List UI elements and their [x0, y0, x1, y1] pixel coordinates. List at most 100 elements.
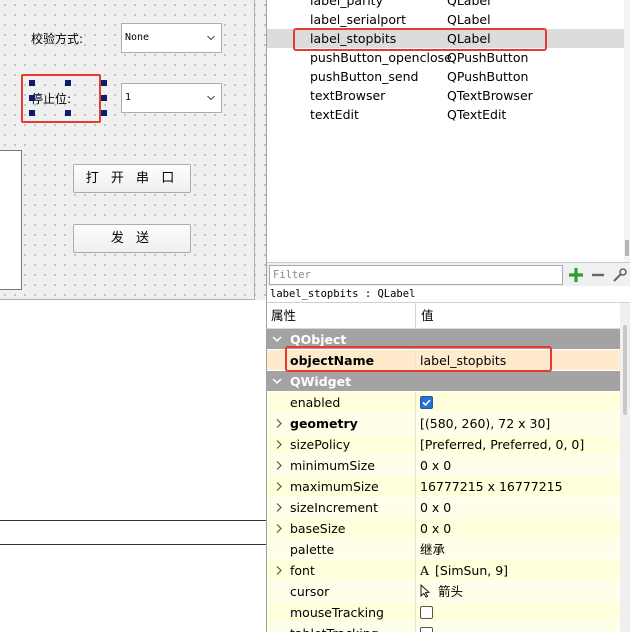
chevron-right-icon[interactable] — [274, 413, 284, 434]
prop-row-geometry[interactable]: geometry [(580, 260), 72 x 30] — [267, 413, 620, 434]
header-property[interactable]: 属性 — [271, 303, 296, 329]
prop-value-wrap[interactable]: A [SimSun, 9] — [420, 560, 508, 581]
add-property-icon[interactable] — [567, 265, 585, 285]
divider — [0, 544, 266, 545]
prop-row-minimumsize[interactable]: minimumSize 0 x 0 — [267, 455, 620, 476]
enabled-checkbox[interactable] — [420, 396, 433, 409]
prop-value[interactable]: 16777215 x 16777215 — [420, 476, 563, 497]
object-class: QTextEdit — [447, 107, 507, 122]
prop-row-tablettracking[interactable]: tabletTracking — [267, 623, 620, 632]
prop-value[interactable]: [Preferred, Preferred, 0, 0] — [420, 434, 584, 455]
wrench-icon[interactable] — [611, 265, 629, 285]
prop-row-maximumsize[interactable]: maximumSize 16777215 x 16777215 — [267, 476, 620, 497]
property-table[interactable]: QObject objectName label_stopbits QWidge… — [267, 329, 620, 632]
column-separator — [415, 434, 416, 455]
tablettracking-checkbox[interactable] — [420, 627, 433, 632]
scrollbar-thumb[interactable] — [625, 240, 629, 256]
chevron-right-icon[interactable] — [274, 434, 284, 455]
group-qwidget[interactable]: QWidget — [267, 371, 620, 392]
prop-value[interactable]: 0 x 0 — [420, 518, 451, 539]
prop-row-mousetracking[interactable]: mouseTracking — [267, 602, 620, 623]
prop-value: 箭头 — [438, 584, 464, 599]
chevron-right-icon[interactable] — [274, 497, 284, 518]
prop-value[interactable]: 0 x 0 — [420, 455, 451, 476]
column-separator — [415, 602, 416, 623]
object-row[interactable]: textBrowser QTextBrowser — [267, 86, 630, 105]
prop-value: [SimSun, 9] — [435, 563, 509, 578]
column-separator — [415, 560, 416, 581]
chevron-down-icon[interactable] — [272, 371, 282, 392]
chevron-right-icon[interactable] — [274, 476, 284, 497]
selection-handle[interactable] — [101, 95, 107, 101]
chevron-right-icon[interactable] — [274, 455, 284, 476]
column-separator — [415, 392, 416, 413]
column-separator — [415, 581, 416, 602]
text-browser[interactable] — [0, 150, 22, 290]
object-name: pushButton_send — [310, 69, 419, 84]
prop-name: sizePolicy — [290, 437, 351, 452]
header-separator — [415, 303, 416, 329]
prop-row-palette[interactable]: palette 继承 — [267, 539, 620, 560]
column-separator — [415, 497, 416, 518]
object-class: QLabel — [447, 0, 491, 8]
object-class: QTextBrowser — [447, 88, 533, 103]
chevron-down-icon — [207, 95, 215, 101]
selection-handle[interactable] — [101, 80, 107, 86]
prop-name: tabletTracking — [290, 623, 379, 632]
prop-row-sizepolicy[interactable]: sizePolicy [Preferred, Preferred, 0, 0] — [267, 434, 620, 455]
column-separator — [415, 518, 416, 539]
chevron-down-icon[interactable] — [272, 329, 282, 350]
prop-row-enabled[interactable]: enabled — [267, 392, 620, 413]
checkmark-icon — [422, 399, 431, 407]
object-class: QPushButton — [447, 69, 529, 84]
prop-name: baseSize — [290, 521, 346, 536]
chevron-right-icon[interactable] — [274, 560, 284, 581]
object-name: textEdit — [310, 107, 359, 122]
prop-row-basesize[interactable]: baseSize 0 x 0 — [267, 518, 620, 539]
prop-name: sizeIncrement — [290, 500, 378, 515]
parity-label[interactable]: 校验方式: — [31, 30, 83, 47]
column-separator — [415, 476, 416, 497]
chevron-right-icon[interactable] — [274, 518, 284, 539]
prop-row-sizeincrement[interactable]: sizeIncrement 0 x 0 — [267, 497, 620, 518]
object-inspector-scrollbar[interactable] — [624, 0, 630, 262]
header-value[interactable]: 值 — [421, 303, 434, 329]
prop-row-cursor[interactable]: cursor 箭头 — [267, 581, 620, 602]
form-border-right — [254, 0, 255, 300]
annotation-highlight-box — [285, 346, 552, 372]
filter-input[interactable]: Filter — [269, 265, 563, 285]
parity-combo[interactable]: None — [121, 23, 222, 53]
current-object-class-label: label_stopbits : QLabel — [267, 286, 630, 303]
editor-background — [0, 300, 266, 632]
divider — [0, 520, 266, 521]
prop-value[interactable]: 0 x 0 — [420, 497, 451, 518]
object-row[interactable]: label_serialport QLabel — [267, 10, 630, 29]
chevron-down-icon — [207, 35, 215, 41]
stopbits-combo-value: 1 — [125, 92, 132, 103]
scrollbar-thumb[interactable] — [623, 325, 627, 415]
prop-value-wrap[interactable]: 箭头 — [420, 581, 463, 602]
cursor-arrow-icon — [420, 583, 431, 598]
open-serial-button[interactable]: 打 开 串 口 — [73, 164, 191, 193]
remove-property-icon[interactable] — [589, 265, 607, 285]
prop-value[interactable]: 继承 — [420, 539, 445, 560]
column-separator — [415, 539, 416, 560]
property-editor-header: 属性 值 — [267, 303, 620, 329]
prop-row-font[interactable]: font A [SimSun, 9] — [267, 560, 620, 581]
prop-value[interactable]: [(580, 260), 72 x 30] — [420, 413, 550, 434]
object-name: textBrowser — [310, 88, 386, 103]
property-editor-scrollbar[interactable] — [620, 303, 630, 632]
column-separator — [415, 413, 416, 434]
object-row[interactable]: label_parity QLabel — [267, 0, 630, 10]
prop-name: cursor — [290, 584, 330, 599]
send-button[interactable]: 发 送 — [73, 224, 191, 253]
object-row[interactable]: textEdit QTextEdit — [267, 105, 630, 124]
prop-name: mouseTracking — [290, 605, 384, 620]
object-name: label_serialport — [310, 12, 407, 27]
selection-handle[interactable] — [101, 110, 107, 116]
object-row[interactable]: pushButton_send QPushButton — [267, 67, 630, 86]
mousetracking-checkbox[interactable] — [420, 606, 433, 619]
stopbits-combo[interactable]: 1 — [121, 83, 222, 113]
prop-name: minimumSize — [290, 458, 375, 473]
annotation-highlight-box — [21, 74, 101, 123]
